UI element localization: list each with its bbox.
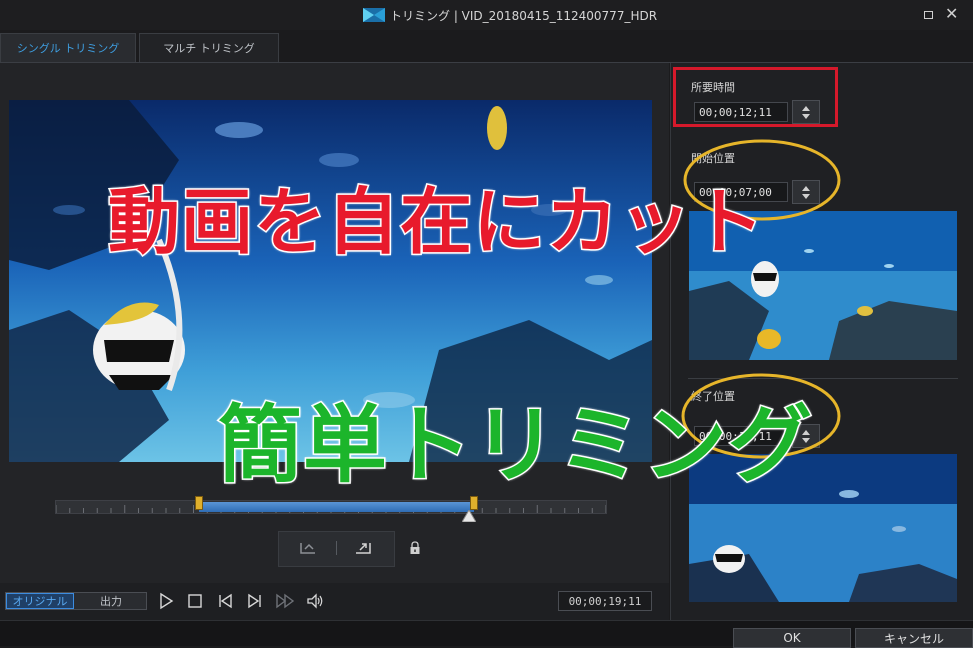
mark-out-icon[interactable]	[352, 539, 376, 559]
trim-selection-range[interactable]	[199, 502, 474, 512]
current-timecode: 00;00;19;11	[558, 591, 652, 611]
overlay-caption-bottom: 簡単トリミング	[216, 395, 814, 496]
playhead[interactable]	[461, 510, 476, 522]
previous-frame-icon[interactable]	[216, 592, 234, 610]
window-title: トリミング | VID_20180415_112400777_HDR	[390, 9, 658, 23]
tab-multi-trimming[interactable]: マルチ トリミング	[139, 33, 279, 62]
stop-icon[interactable]	[186, 592, 204, 610]
close-icon[interactable]: ✕	[945, 5, 958, 23]
output-mode-button[interactable]: 出力	[76, 593, 146, 609]
cancel-button[interactable]: キャンセル	[855, 628, 973, 648]
mark-in-handle[interactable]	[195, 496, 203, 510]
next-frame-icon[interactable]	[246, 592, 264, 610]
duration-highlight-box	[673, 67, 838, 127]
lock-icon[interactable]	[409, 541, 421, 555]
fast-forward-icon[interactable]	[276, 592, 294, 610]
mark-in-icon[interactable]	[296, 539, 320, 559]
original-mode-button[interactable]: オリジナル	[6, 593, 74, 609]
ok-button[interactable]: OK	[733, 628, 851, 648]
film-logo-icon	[363, 8, 385, 22]
volume-icon[interactable]	[306, 592, 324, 610]
overlay-caption-top: 動画を自在にカット	[106, 179, 766, 266]
maximize-icon[interactable]	[924, 11, 933, 19]
mark-divider	[336, 541, 337, 555]
play-icon[interactable]	[157, 592, 175, 610]
tab-single-trimming[interactable]: シングル トリミング	[0, 33, 136, 62]
